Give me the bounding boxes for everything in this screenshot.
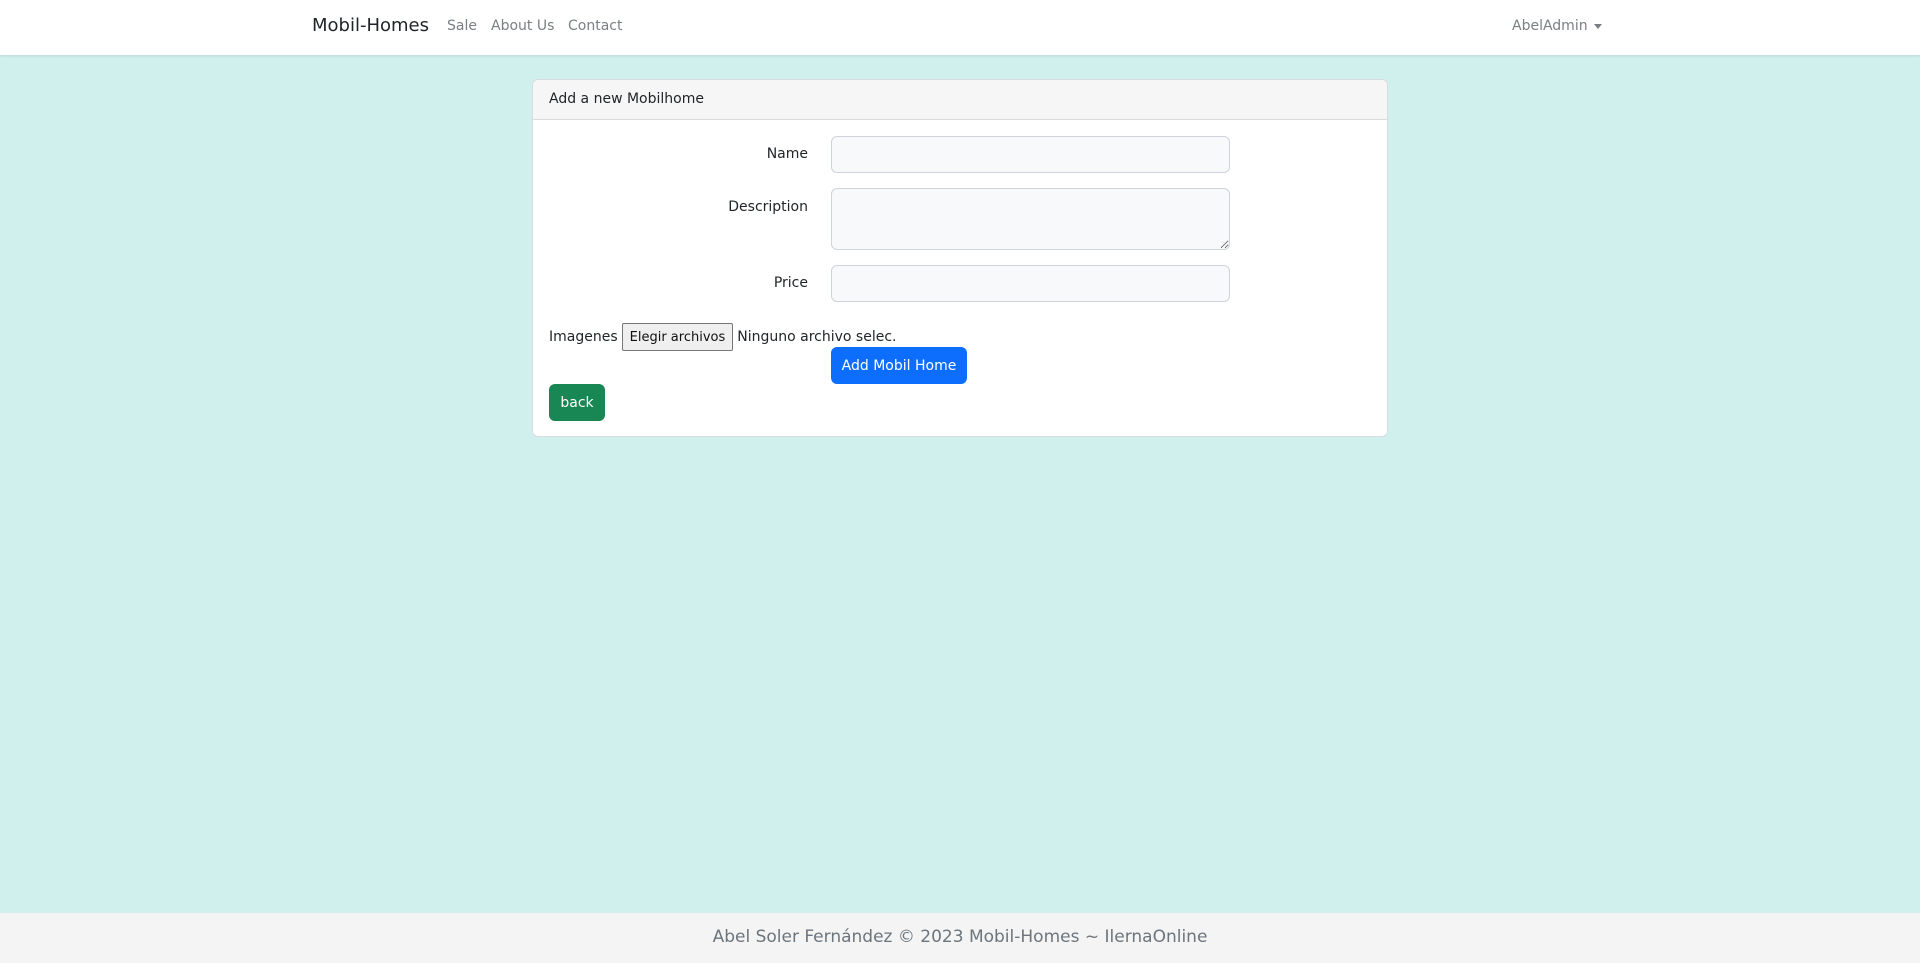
price-input[interactable] (831, 265, 1230, 302)
add-mobil-home-button[interactable]: Add Mobil Home (831, 347, 967, 384)
brand-link[interactable]: Mobil-Homes (312, 15, 429, 36)
images-label: Imagenes (549, 329, 618, 345)
caret-down-icon (1593, 24, 1602, 29)
user-dropdown[interactable]: AbelAdmin (1512, 18, 1602, 34)
card-header: Add a new Mobilhome (533, 80, 1387, 120)
description-label: Description (728, 199, 808, 215)
footer: Abel Soler Fernández © 2023 Mobil-Homes … (0, 913, 1920, 963)
description-textarea[interactable] (831, 188, 1230, 250)
user-name: AbelAdmin (1512, 18, 1588, 34)
add-mobilhome-card: Add a new Mobilhome Name Description Pri… (532, 79, 1388, 437)
back-button[interactable]: back (549, 384, 605, 421)
navbar: Mobil-Homes Sale About Us Contact AbelAd… (0, 0, 1920, 55)
nav-link-about-us[interactable]: About Us (491, 18, 554, 34)
name-input[interactable] (831, 136, 1230, 173)
footer-text: Abel Soler Fernández © 2023 Mobil-Homes … (712, 927, 1208, 947)
file-status: Ninguno archivo selec. (737, 329, 897, 345)
choose-files-button[interactable]: Elegir archivos (621, 323, 734, 351)
nav-link-sale[interactable]: Sale (447, 18, 477, 34)
name-label: Name (766, 146, 808, 162)
nav-link-contact[interactable]: Contact (568, 18, 622, 34)
price-label: Price (773, 275, 808, 291)
